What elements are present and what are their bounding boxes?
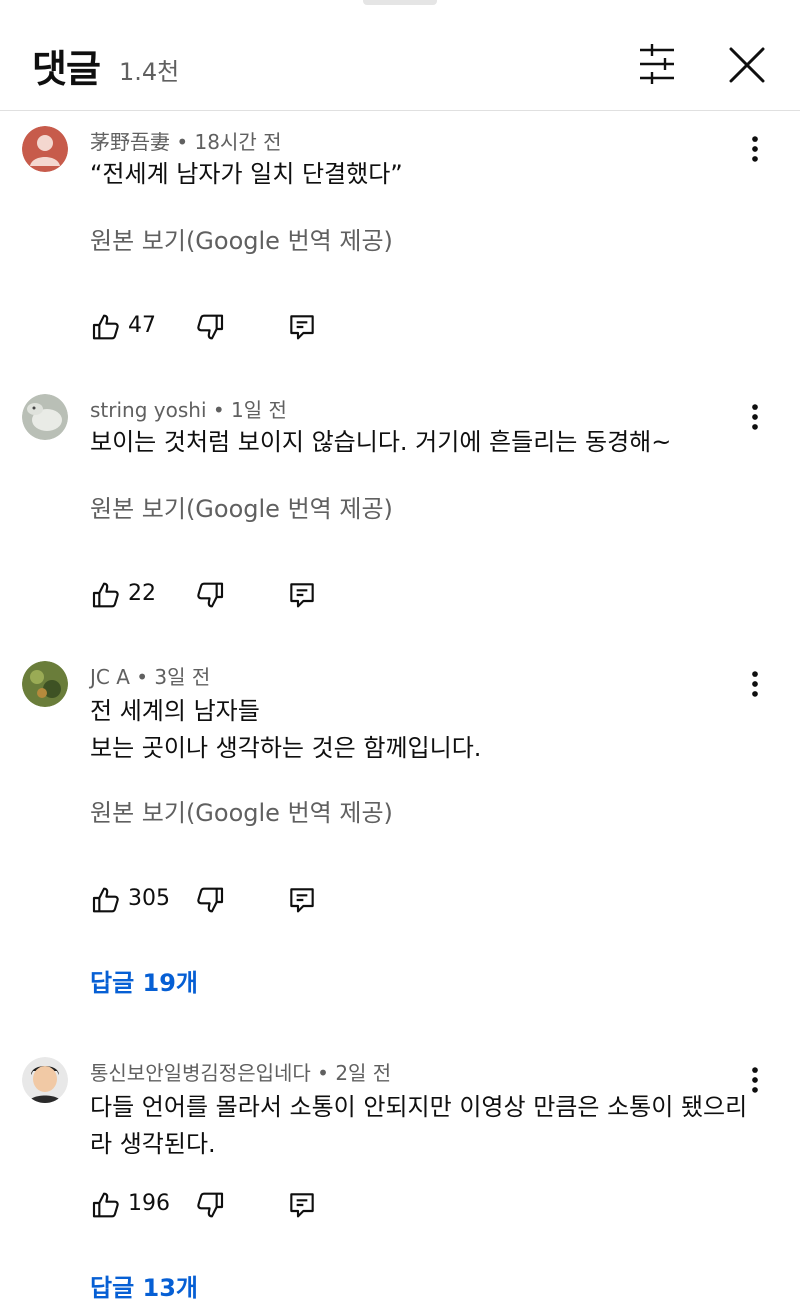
- reply-icon[interactable]: [286, 311, 318, 343]
- comment-actions: 305: [90, 884, 350, 920]
- comment-meta: string yoshi • 1일 전: [90, 394, 287, 423]
- thumb-down-icon[interactable]: [194, 311, 226, 343]
- comment-count: 1.4천: [119, 58, 180, 86]
- comment-time: 3일 전: [154, 665, 211, 689]
- thumb-up-icon[interactable]: [90, 884, 122, 916]
- close-icon[interactable]: [722, 40, 772, 90]
- see-original-button[interactable]: 원본 보기(Google 번역 제공): [90, 489, 393, 524]
- avatar[interactable]: [22, 661, 68, 707]
- like-count: 47: [128, 313, 156, 338]
- see-original-button[interactable]: 원본 보기(Google 번역 제공): [90, 793, 393, 828]
- comment-meta: 통신보안일병김정은입네다 • 2일 전: [90, 1057, 391, 1086]
- comment-actions: 196: [90, 1189, 350, 1225]
- comment-text: 보이는 것처럼 보이지 않습니다. 거기에 흔들리는 동경해~: [90, 428, 672, 456]
- comment-text: 전 세계의 남자들 보는 곳이나 생각하는 것은 함께입니다.: [90, 697, 482, 762]
- comment-actions: 22: [90, 579, 350, 615]
- meta-separator: •: [212, 398, 225, 422]
- view-replies-button[interactable]: 답글 19개: [90, 963, 198, 998]
- comments-header: 댓글 1.4천: [0, 0, 800, 111]
- page-title: 댓글: [32, 47, 101, 91]
- thumb-up-icon[interactable]: [90, 311, 122, 343]
- filter-icon[interactable]: [632, 40, 682, 88]
- avatar[interactable]: [22, 1057, 68, 1103]
- thumb-down-icon[interactable]: [194, 1189, 226, 1221]
- thumb-up-icon[interactable]: [90, 579, 122, 611]
- like-count: 305: [128, 886, 170, 911]
- comment-time: 2일 전: [335, 1061, 392, 1085]
- view-replies-button[interactable]: 답글 13개: [90, 1268, 198, 1303]
- thumb-down-icon[interactable]: [194, 579, 226, 611]
- comment-author[interactable]: string yoshi: [90, 398, 207, 422]
- comment-meta: JC A • 3일 전: [90, 661, 210, 690]
- meta-separator: •: [136, 665, 149, 689]
- reply-icon[interactable]: [286, 579, 318, 611]
- like-count: 22: [128, 581, 156, 606]
- comment-actions: 47: [90, 311, 350, 347]
- thumb-up-icon[interactable]: [90, 1189, 122, 1221]
- meta-separator: •: [317, 1061, 329, 1085]
- see-original-button[interactable]: 원본 보기(Google 번역 제공): [90, 221, 393, 256]
- meta-separator: •: [176, 130, 189, 154]
- comment-text: “전세계 남자가 일치 단결했다”: [90, 160, 403, 188]
- thumb-down-icon[interactable]: [194, 884, 226, 916]
- comment-author[interactable]: 茅野吾妻: [90, 130, 170, 154]
- comment-text: 다들 언어를 몰라서 소통이 안되지만 이영상 만큼은 소통이 됐으리라 생각된…: [90, 1093, 748, 1158]
- reply-icon[interactable]: [286, 884, 318, 916]
- comment-author[interactable]: JC A: [90, 665, 130, 689]
- comment-author[interactable]: 통신보안일병김정은입네다: [90, 1061, 311, 1085]
- comment-time: 1일 전: [231, 398, 287, 422]
- avatar[interactable]: [22, 126, 68, 172]
- avatar[interactable]: [22, 394, 68, 440]
- comment-time: 18시간 전: [194, 130, 282, 154]
- like-count: 196: [128, 1191, 170, 1216]
- comment-meta: 茅野吾妻 • 18시간 전: [90, 126, 282, 155]
- reply-icon[interactable]: [286, 1189, 318, 1221]
